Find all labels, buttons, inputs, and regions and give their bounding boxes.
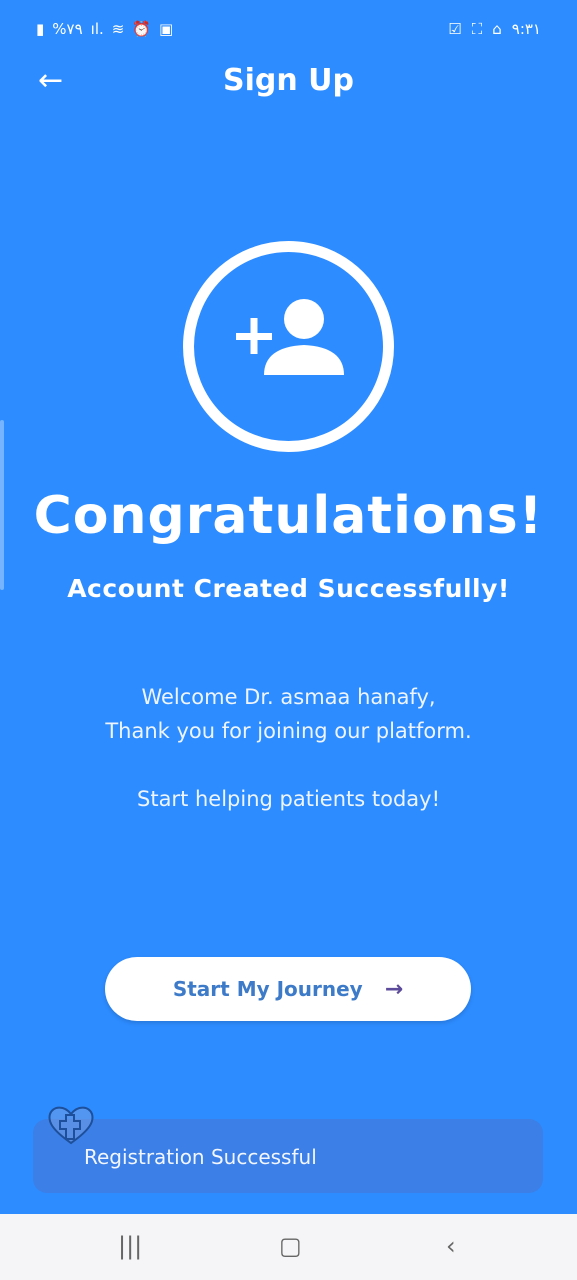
battery-icon: ▮ [36, 20, 45, 38]
heart-cross-icon [48, 1106, 94, 1145]
check-icon: ☑ [448, 20, 462, 38]
page-title: Sign Up [222, 63, 354, 98]
signal-icon: ıl. [90, 20, 104, 38]
registration-toast: Registration Successful [33, 1106, 543, 1193]
alarm-icon: ⏰ [132, 20, 152, 38]
clock: ٩:٣١ [511, 20, 541, 38]
add-user-icon [236, 299, 344, 375]
battery-saver-icon: ▣ [159, 20, 174, 38]
thank-you-line: Thank you for joining our platform. [105, 719, 472, 743]
home-icon[interactable]: ▢ [279, 1232, 302, 1260]
add-user-badge [183, 241, 394, 452]
arrow-right-icon: → [384, 976, 404, 1002]
welcome-line: Welcome Dr. asmaa hanafy, [141, 685, 436, 709]
back-nav-icon[interactable]: ‹ [446, 1232, 456, 1260]
start-journey-button[interactable]: Start My Journey → [105, 957, 471, 1021]
system-nav-bar: ||| ▢ ‹ [0, 1214, 577, 1280]
wifi-icon: ≋ [111, 20, 125, 38]
cta-line: Start helping patients today! [137, 787, 440, 811]
start-journey-label: Start My Journey [172, 977, 363, 1001]
congratulations-heading: Congratulations! [33, 486, 544, 546]
recent-apps-icon[interactable]: ||| [118, 1232, 142, 1260]
battery-percent: %٧٩ [52, 20, 83, 38]
status-bar: ▮ %٧٩ ıl. ≋ ⏰ ▣ ☑ ⛶ ⌂ ٩:٣١ [0, 18, 577, 46]
notification-icon: ⌂ [492, 20, 502, 38]
app-bar: ← Sign Up [0, 55, 577, 109]
toast-message: Registration Successful [84, 1145, 317, 1169]
account-created-subheading: Account Created Successfully! [67, 574, 510, 603]
screenshot-icon: ⛶ [471, 20, 483, 38]
